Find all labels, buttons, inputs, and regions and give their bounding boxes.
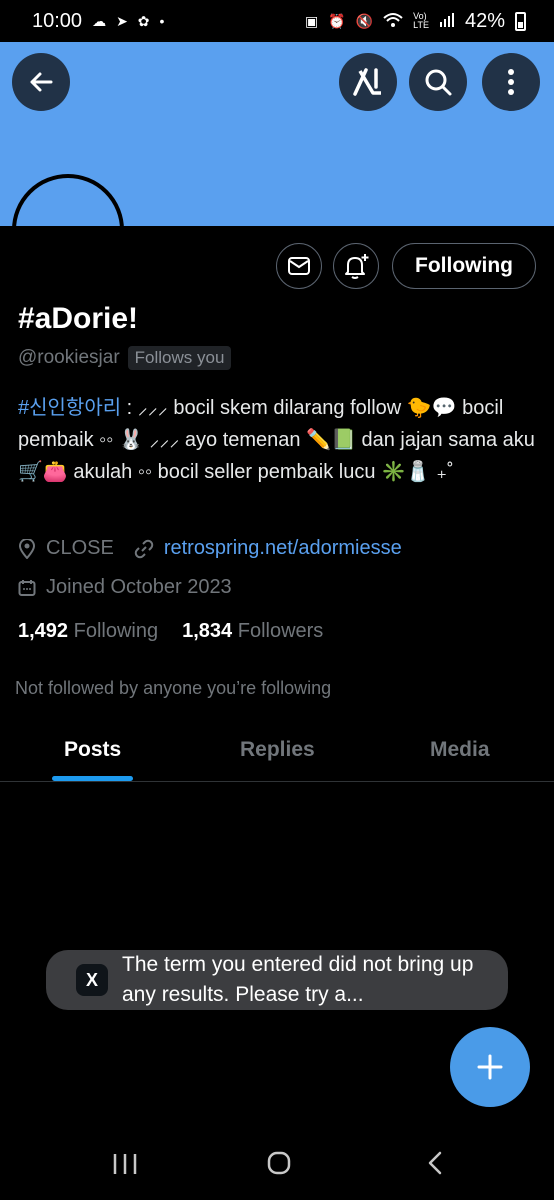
home-icon[interactable] [266, 1150, 292, 1176]
wifi-icon [383, 12, 403, 30]
mail-icon [288, 257, 310, 275]
followers-label: Followers [237, 620, 324, 642]
mute-icon: 🔇 [355, 13, 374, 29]
follow-counts: 1,492 Following 1,834 Followers [18, 620, 323, 643]
toast-message: X The term you entered did not bring up … [46, 950, 508, 1010]
sim-icon: ▣ [305, 13, 319, 29]
more-button[interactable] [482, 53, 540, 111]
system-nav-bar [0, 1128, 554, 1200]
back-button[interactable] [12, 53, 70, 111]
bio-hashtag[interactable]: #신인항아리 [18, 397, 121, 419]
search-icon [425, 69, 452, 96]
followers-count-link[interactable]: 1,834 Followers [182, 620, 323, 643]
cloud-icon: ☁ [92, 13, 107, 29]
more-vertical-icon [508, 69, 514, 95]
display-name: #aDorie! [18, 302, 139, 335]
location-link-row: CLOSE retrospring.net/adormiesse [18, 537, 402, 560]
settings-icon: ✿ [137, 13, 150, 29]
joined-date: Joined October 2023 [46, 576, 232, 598]
battery-icon [515, 11, 526, 31]
signal-icon [439, 12, 455, 30]
bio: #신인항아리 : ⸝⸝⸝ bocil skem dilarang follow … [18, 392, 538, 488]
arrow-left-icon [30, 72, 53, 92]
profile-website-link[interactable]: retrospring.net/adormiesse [164, 537, 402, 560]
battery-percent: 42% [464, 9, 505, 32]
tab-media[interactable]: Media [430, 738, 490, 762]
plus-icon [477, 1054, 503, 1080]
link-icon [134, 539, 154, 558]
following-count-link[interactable]: 1,492 Following [18, 620, 158, 643]
status-bar: 10:00 ☁ ➤ ✿ • ▣ ⏰ 🔇 Vo) LTE 42% [0, 0, 554, 42]
followers-count: 1,834 [182, 620, 233, 642]
calendar-icon [18, 579, 36, 596]
telegram-icon: ➤ [116, 13, 128, 29]
following-button[interactable]: Following [392, 243, 536, 289]
x-logo-icon: X [76, 964, 108, 996]
tab-replies[interactable]: Replies [240, 738, 315, 762]
compose-button[interactable] [450, 1027, 530, 1107]
following-label: Following [73, 620, 159, 642]
following-count: 1,492 [18, 620, 69, 642]
bell-plus-icon [345, 254, 369, 279]
location-pin-icon [18, 538, 36, 559]
back-nav-icon[interactable] [425, 1150, 445, 1176]
tab-posts[interactable]: Posts [64, 738, 121, 762]
alarm-icon: ⏰ [328, 13, 346, 29]
grok-button[interactable] [339, 53, 397, 111]
search-button[interactable] [409, 53, 467, 111]
joined-row: Joined October 2023 [18, 576, 232, 599]
message-button[interactable] [276, 243, 322, 289]
grok-icon [353, 68, 381, 96]
handle: @rookiesjar [18, 347, 120, 368]
status-time: 10:00 [32, 9, 83, 32]
profile-tabs: Posts Replies Media [0, 722, 554, 782]
dot-icon: • [159, 13, 165, 29]
not-followed-text: Not followed by anyone you’re following [15, 678, 332, 698]
follows-you-badge: Follows you [127, 346, 232, 370]
volte-icon: Vo) LTE [413, 11, 429, 30]
handle-row: @rookiesjar Follows you [18, 346, 232, 370]
notifications-button[interactable] [333, 243, 379, 289]
toast-text: The term you entered did not bring up an… [122, 953, 474, 1006]
recent-apps-icon[interactable] [112, 1152, 138, 1176]
active-tab-indicator [52, 776, 133, 781]
location: CLOSE [46, 537, 114, 559]
